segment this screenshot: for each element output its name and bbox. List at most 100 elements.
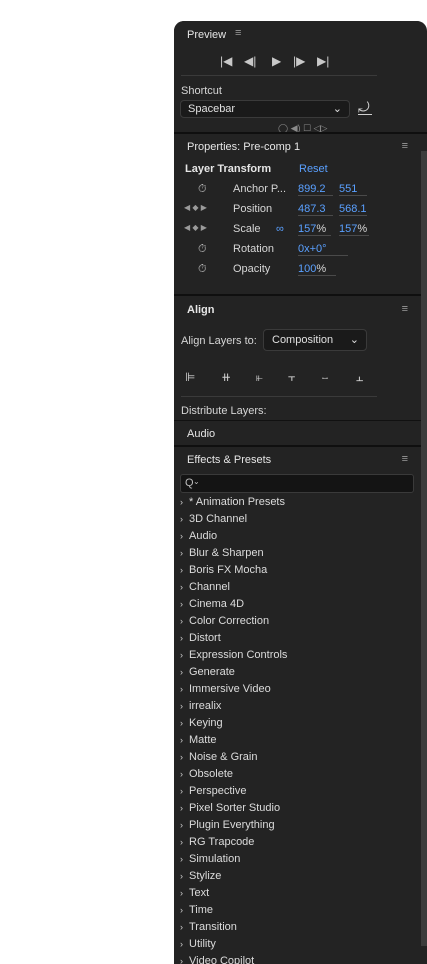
align-title: Align <box>187 304 215 316</box>
scale-x-field[interactable]: 157% <box>298 223 331 236</box>
chevron-right-icon: › <box>180 735 183 745</box>
scale-y-field[interactable]: 157% <box>339 223 369 236</box>
opacity-label: Opacity <box>233 263 271 275</box>
scale-label: Scale <box>233 223 261 235</box>
align-bottom-icon[interactable]: ⫠ <box>356 370 363 385</box>
scale-x-value: 157 <box>298 223 317 235</box>
shortcut-label: Shortcut <box>181 85 222 97</box>
stopwatch-icon[interactable]: ⏱ <box>198 263 207 276</box>
opacity-field[interactable]: 100% <box>298 263 336 276</box>
position-x-value[interactable]: 487.3 <box>298 203 333 216</box>
effects-category-item[interactable]: › Color Correction <box>174 613 420 630</box>
effects-category-item[interactable]: › Time <box>174 902 420 919</box>
align-vertical-center-icon[interactable]: ⧿ <box>322 370 328 385</box>
effects-category-label: Video Copilot <box>189 955 255 964</box>
align-to-value: Composition <box>272 334 334 346</box>
effects-category-item[interactable]: › Boris FX Mocha <box>174 562 420 579</box>
chevron-right-icon: › <box>180 786 183 796</box>
chevron-right-icon: › <box>180 820 183 830</box>
effects-category-item[interactable]: › 3D Channel <box>174 511 420 528</box>
chevron-down-icon: ⌄ <box>193 477 200 486</box>
effects-category-item[interactable]: › Channel <box>174 579 420 596</box>
chevron-right-icon: › <box>180 548 183 558</box>
effects-category-item[interactable]: › Generate <box>174 664 420 681</box>
reset-underline <box>358 114 372 115</box>
stopwatch-icon[interactable]: ⏱ <box>198 183 207 196</box>
keyframe-nav-icon[interactable]: ◀ ◆ ▶ <box>184 203 207 212</box>
effects-category-label: Pixel Sorter Studio <box>189 802 281 814</box>
effects-category-item[interactable]: › Matte <box>174 732 420 749</box>
chevron-right-icon: › <box>180 905 183 915</box>
effects-category-item[interactable]: › Keying <box>174 715 420 732</box>
align-top-icon[interactable]: ⫟ <box>288 370 295 385</box>
effects-category-item[interactable]: › Transition <box>174 919 420 936</box>
next-frame-button[interactable]: |▶ <box>293 54 305 68</box>
constrain-link-icon[interactable]: ∞ <box>276 223 284 235</box>
align-to-dropdown[interactable]: Composition ⌄ <box>263 329 367 351</box>
effects-category-item[interactable]: › Stylize <box>174 868 420 885</box>
position-y-value[interactable]: 568.1 <box>339 203 367 216</box>
chevron-right-icon: › <box>180 616 183 626</box>
align-right-icon[interactable]: ⫦ <box>256 370 263 385</box>
effects-menu-icon[interactable]: ≡ <box>402 453 408 465</box>
properties-title: Properties: Pre-comp 1 <box>187 141 301 153</box>
opacity-unit: % <box>316 263 327 275</box>
scrollbar[interactable] <box>421 151 427 946</box>
scale-y-value: 157 <box>339 223 358 235</box>
anchor-y-value[interactable]: 551 <box>339 183 367 196</box>
chevron-down-icon: ⌄ <box>332 103 342 115</box>
align-menu-icon[interactable]: ≡ <box>402 303 408 315</box>
chevron-right-icon: › <box>180 871 183 881</box>
effects-category-item[interactable]: › Expression Controls <box>174 647 420 664</box>
effects-category-item[interactable]: › Pixel Sorter Studio <box>174 800 420 817</box>
anchor-x-value[interactable]: 899.2 <box>298 183 333 196</box>
properties-panel: Properties: Pre-comp 1 ≡ Layer Transform… <box>174 134 420 290</box>
stopwatch-icon[interactable]: ⏱ <box>198 243 207 256</box>
effects-category-item[interactable]: › Utility <box>174 936 420 953</box>
effects-category-item[interactable]: › Plugin Everything <box>174 817 420 834</box>
align-horizontal-center-icon[interactable]: ⧺ <box>221 370 231 384</box>
shortcut-dropdown[interactable]: Spacebar ⌄ <box>180 100 350 118</box>
previous-frame-button[interactable]: ◀| <box>244 54 256 68</box>
play-button[interactable]: ▶ <box>272 54 281 68</box>
effects-category-item[interactable]: › Obsolete <box>174 766 420 783</box>
chevron-right-icon: › <box>180 718 183 728</box>
properties-menu-icon[interactable]: ≡ <box>402 140 408 152</box>
chevron-right-icon: › <box>180 582 183 592</box>
effects-category-item[interactable]: › irrealix <box>174 698 420 715</box>
effects-category-item[interactable]: › Simulation <box>174 851 420 868</box>
effects-category-item[interactable]: › Perspective <box>174 783 420 800</box>
effects-category-item[interactable]: › * Animation Presets <box>174 494 420 511</box>
align-left-icon[interactable]: ⊫ <box>185 370 195 384</box>
chevron-right-icon: › <box>180 956 183 964</box>
reset-link[interactable]: Reset <box>299 163 328 175</box>
rotation-value[interactable]: 0x+0° <box>298 243 348 256</box>
last-frame-button[interactable]: ▶| <box>317 54 329 68</box>
effects-category-item[interactable]: › Audio <box>174 528 420 545</box>
effects-category-label: Cinema 4D <box>189 598 245 610</box>
effects-category-item[interactable]: › Blur & Sharpen <box>174 545 420 562</box>
chevron-right-icon: › <box>180 667 183 677</box>
effects-category-label: Boris FX Mocha <box>189 564 268 576</box>
effects-category-item[interactable]: › Text <box>174 885 420 902</box>
effects-category-label: Audio <box>189 530 218 542</box>
first-frame-button[interactable]: |◀ <box>220 54 232 68</box>
effects-category-item[interactable]: › Cinema 4D <box>174 596 420 613</box>
effects-category-label: Transition <box>189 921 237 933</box>
preview-menu-icon[interactable]: ≡ <box>235 27 241 39</box>
effects-category-item[interactable]: › RG Trapcode <box>174 834 420 851</box>
chevron-right-icon: › <box>180 939 183 949</box>
effects-category-item[interactable]: › Noise & Grain <box>174 749 420 766</box>
chevron-right-icon: › <box>180 565 183 575</box>
effects-category-item[interactable]: › Distort <box>174 630 420 647</box>
keyframe-nav-icon[interactable]: ◀ ◆ ▶ <box>184 223 207 232</box>
effects-category-label: Obsolete <box>189 768 234 780</box>
effects-category-item[interactable]: › Video Copilot <box>174 953 420 964</box>
chevron-right-icon: › <box>180 888 183 898</box>
effects-category-label: Generate <box>189 666 235 678</box>
preview-panel: Preview ≡ |◀ ◀| ▶ |▶ ▶| Shortcut Spaceba… <box>174 21 420 133</box>
effects-category-label: Utility <box>189 938 216 950</box>
effects-category-label: 3D Channel <box>189 513 248 525</box>
effects-search-input[interactable]: Q ⌄ <box>180 474 414 493</box>
effects-category-item[interactable]: › Immersive Video <box>174 681 420 698</box>
